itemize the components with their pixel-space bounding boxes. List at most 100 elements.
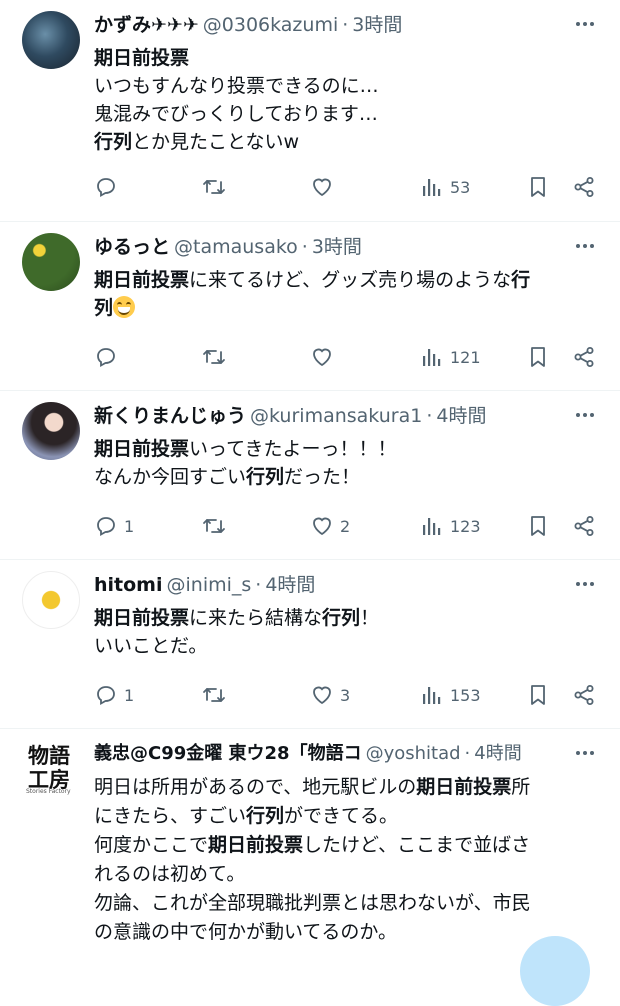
text-segment: ができてる。 <box>284 805 399 827</box>
text-line: にきたら、すごい行列ができてる。 <box>94 802 598 831</box>
retweet-button[interactable] <box>202 678 232 712</box>
like-button[interactable]: 3 <box>310 678 350 712</box>
retweet-button[interactable] <box>202 340 232 374</box>
text-segment: とか見たことないw <box>132 131 299 153</box>
text-line: 列 <box>94 294 598 322</box>
views-button[interactable]: 153 <box>420 678 481 712</box>
avatar[interactable] <box>22 233 80 291</box>
text-segment: なんか今回すごい <box>94 466 247 488</box>
more-icon[interactable] <box>572 12 598 36</box>
tweet[interactable]: 物語 工房 Stories Factory 義忠@C99金曜 東ウ28「物語コ @… <box>0 729 620 956</box>
bookmark-button[interactable] <box>526 678 550 712</box>
text-line: 期日前投票に来たら結構な行列！ <box>94 604 598 632</box>
more-icon[interactable] <box>572 403 598 427</box>
text-segment: に来てるけど、グッズ売り場のような <box>189 269 512 291</box>
handle[interactable]: @yoshitad <box>366 743 461 764</box>
text-segment: 鬼混みでびっくりしております… <box>94 103 378 125</box>
timestamp[interactable]: 4時間 <box>474 743 521 764</box>
highlighted-keyword: 期日前投票 <box>416 776 512 798</box>
bookmark-icon <box>526 683 550 707</box>
like-icon <box>310 683 334 707</box>
views-button[interactable]: 121 <box>420 340 481 374</box>
reply-button[interactable]: 1 <box>94 509 134 543</box>
like-button[interactable] <box>310 170 340 204</box>
bookmark-button[interactable] <box>526 340 550 374</box>
tweet-text: 期日前投票に来たら結構な行列！ いいことだ。 <box>94 604 598 660</box>
views-icon <box>420 683 444 707</box>
display-name[interactable]: ゆるっと <box>94 236 170 258</box>
tweet[interactable]: hitomi @inimi_s · 4時間 期日前投票に来たら結構な行列！ いいことだ。… <box>0 560 620 729</box>
more-icon[interactable] <box>572 234 598 258</box>
display-name[interactable]: かずみ✈✈✈ <box>94 14 199 36</box>
grinning-face-emoji <box>113 296 136 318</box>
timestamp[interactable]: 3時間 <box>312 236 362 258</box>
share-button[interactable] <box>572 678 596 712</box>
compose-button[interactable] <box>520 936 590 1006</box>
handle[interactable]: @inimi_s <box>167 574 252 596</box>
tweet[interactable]: ゆるっと @tamausako · 3時間 期日前投票に来てるけど、グッズ売り場のよう… <box>0 222 620 391</box>
like-button[interactable] <box>310 340 340 374</box>
highlighted-keyword: 期日前投票 <box>94 438 190 460</box>
avatar[interactable]: 物語 工房 Stories Factory <box>22 740 80 798</box>
share-icon <box>572 514 596 538</box>
more-icon[interactable] <box>572 741 598 765</box>
tweet[interactable]: かずみ✈✈✈ @0306kazumi · 3時間 期日前投票 いつもすんなり投票できるの… <box>0 0 620 222</box>
action-bar: 1 3 153 <box>94 678 600 712</box>
reply-button[interactable] <box>94 340 124 374</box>
highlighted-keyword: 行列 <box>94 131 133 153</box>
timestamp[interactable]: 4時間 <box>436 405 486 427</box>
display-name[interactable]: 新くりまんじゅう <box>94 405 246 427</box>
text-line: 期日前投票に来てるけど、グッズ売り場のような行 <box>94 266 598 294</box>
more-icon[interactable] <box>572 572 598 596</box>
highlighted-keyword: 列 <box>94 297 114 319</box>
highlighted-keyword: 期日前投票 <box>94 269 190 291</box>
text-segment: 所 <box>511 776 531 798</box>
share-button[interactable] <box>572 509 596 543</box>
action-bar: 121 <box>94 340 600 374</box>
views-count: 123 <box>450 516 481 536</box>
bookmark-icon <box>526 175 550 199</box>
text-segment: したけど、ここまで並ばさ <box>303 834 531 856</box>
timestamp[interactable]: 3時間 <box>352 14 402 36</box>
handle[interactable]: @kurimansakura1 <box>250 405 422 427</box>
bookmark-icon <box>526 345 550 369</box>
views-button[interactable]: 123 <box>420 509 481 543</box>
text-line: 勿論、これが全部現職批判票とは思わないが、市民 <box>94 889 598 918</box>
handle[interactable]: @tamausako <box>174 236 298 258</box>
action-bar: 1 2 123 <box>94 509 600 543</box>
views-button[interactable]: 53 <box>420 170 470 204</box>
avatar[interactable] <box>22 402 80 460</box>
display-name[interactable]: hitomi <box>94 574 163 596</box>
highlighted-keyword: 期日前投票 <box>208 834 304 856</box>
timestamp[interactable]: 4時間 <box>265 574 315 596</box>
reply-button[interactable] <box>94 170 124 204</box>
reply-icon <box>94 514 118 538</box>
highlighted-keyword: 行列 <box>322 607 361 629</box>
retweet-icon <box>202 345 226 369</box>
like-button[interactable]: 2 <box>310 509 350 543</box>
tweet[interactable]: 新くりまんじゅう @kurimansakura1 · 4時間 期日前投票いってきたよー… <box>0 391 620 560</box>
text-segment: 勿論、これが全部現職批判票とは思わないが、市民 <box>94 892 531 914</box>
display-name[interactable]: 義忠@C99金曜 東ウ28「物語コ <box>94 743 362 764</box>
tweet-header: かずみ✈✈✈ @0306kazumi · 3時間 <box>94 10 560 40</box>
highlighted-keyword: 期日前投票 <box>94 47 190 69</box>
retweet-button[interactable] <box>202 170 232 204</box>
tweet-text: 期日前投票に来てるけど、グッズ売り場のような行列 <box>94 266 598 322</box>
views-count: 121 <box>450 347 481 367</box>
tweet-header: 新くりまんじゅう @kurimansakura1 · 4時間 <box>94 401 560 431</box>
bookmark-button[interactable] <box>526 170 550 204</box>
reply-button[interactable]: 1 <box>94 678 134 712</box>
avatar-logo-subtext: Stories Factory <box>26 788 71 795</box>
handle[interactable]: @0306kazumi <box>203 14 338 36</box>
bookmark-button[interactable] <box>526 509 550 543</box>
text-segment: だった！ <box>284 466 361 488</box>
avatar[interactable] <box>22 11 80 69</box>
share-icon <box>572 175 596 199</box>
views-count: 153 <box>450 685 481 705</box>
share-button[interactable] <box>572 170 596 204</box>
text-line: なんか今回すごい行列だった！ <box>94 463 598 491</box>
action-bar: 53 <box>94 170 600 204</box>
share-button[interactable] <box>572 340 596 374</box>
retweet-button[interactable] <box>202 509 232 543</box>
avatar[interactable] <box>22 571 80 629</box>
